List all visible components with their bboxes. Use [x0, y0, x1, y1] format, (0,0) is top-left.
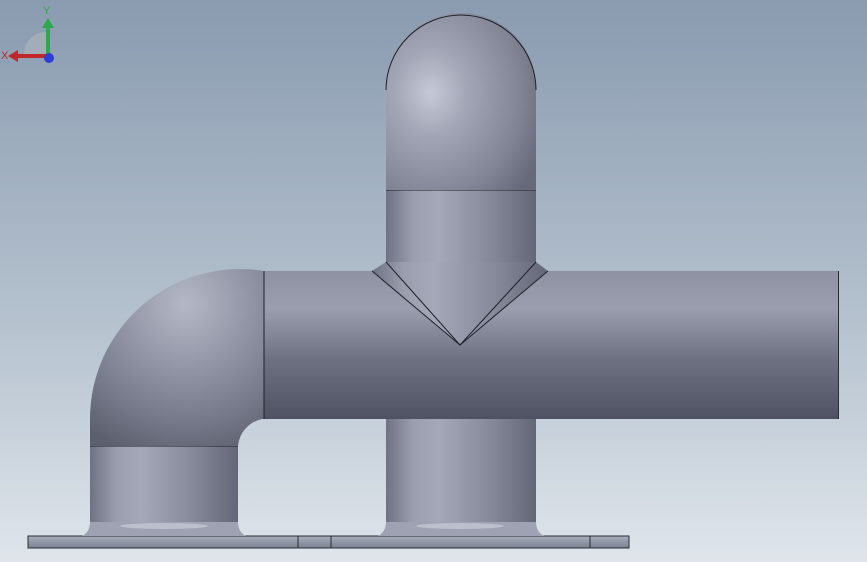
- x-axis-label: X: [1, 50, 9, 62]
- dome-cap[interactable]: [385, 13, 537, 190]
- triad-back-shape: [24, 32, 48, 56]
- axis-triad: Y X: [1, 5, 54, 63]
- center-pipe-leg[interactable]: [378, 419, 544, 536]
- y-axis-arrow-icon: [42, 18, 54, 28]
- base-plate-right: [330, 535, 630, 549]
- horizontal-pipe[interactable]: [263, 271, 839, 419]
- left-pipe-leg[interactable]: [82, 445, 246, 536]
- x-axis-arrow-icon: [8, 50, 18, 62]
- z-axis-dot-icon: [44, 53, 54, 63]
- base-plate[interactable]: [27, 535, 630, 549]
- model-canvas[interactable]: [0, 0, 867, 562]
- y-axis-label: Y: [43, 5, 51, 17]
- 3d-viewport[interactable]: Y X: [0, 0, 867, 562]
- base-plate-left: [27, 535, 332, 549]
